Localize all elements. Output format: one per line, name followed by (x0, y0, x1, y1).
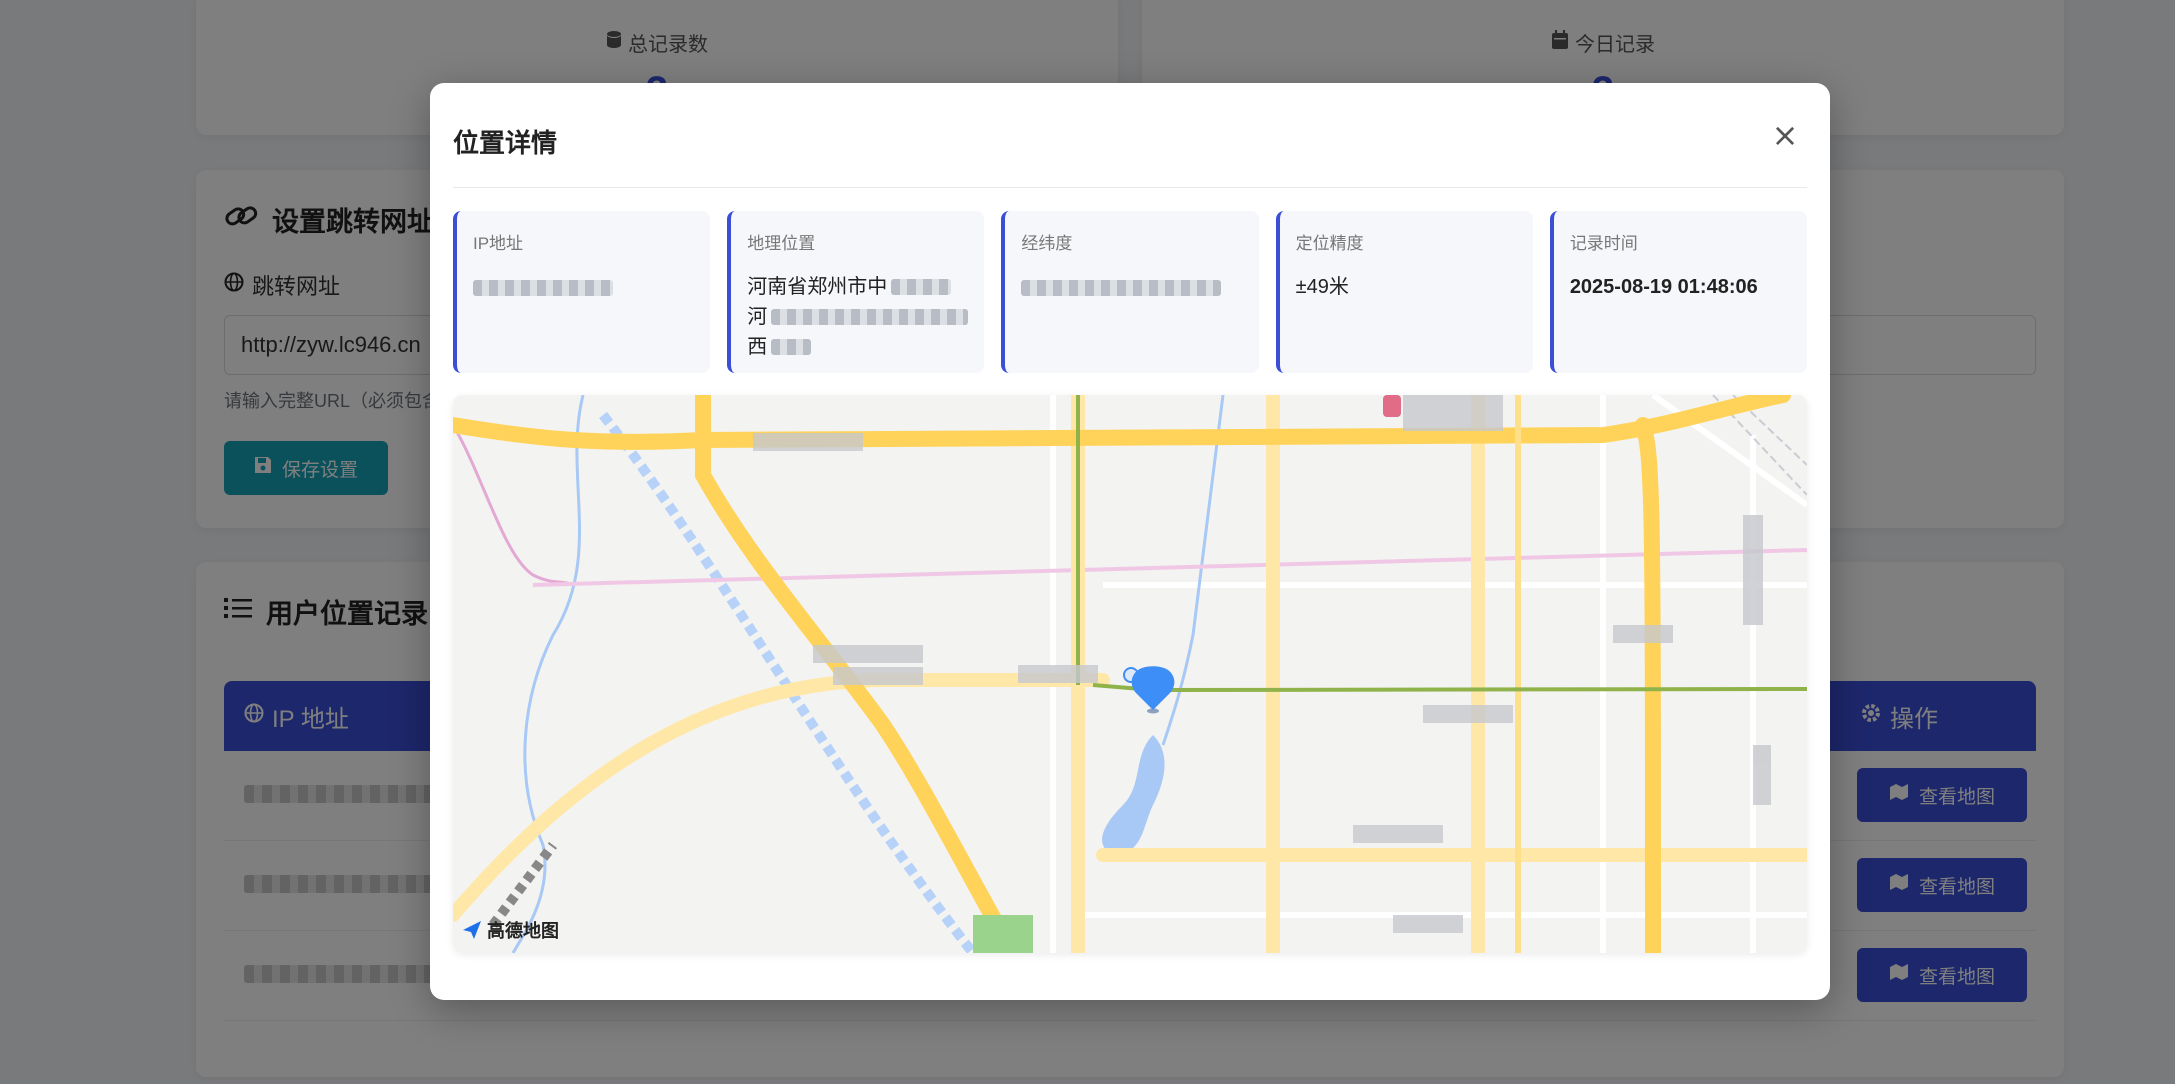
ip-label: IP地址 (473, 234, 524, 253)
accuracy-value: ±49米 (1295, 276, 1349, 298)
modal-header: 位置详情 × (453, 83, 1807, 188)
geo-label: 地理位置 (747, 234, 816, 253)
info-card-accuracy: 定位精度 ±49米 (1275, 211, 1533, 373)
info-card-coords: 经纬度 (1001, 211, 1259, 373)
coords-label: 经纬度 (1021, 234, 1073, 253)
accuracy-label: 定位精度 (1295, 234, 1364, 253)
info-card-geo: 地理位置 河南省郑州市中 河 西 (727, 211, 985, 373)
coords-value-redacted (1021, 272, 1242, 302)
ip-value-redacted (473, 272, 694, 302)
map-view[interactable]: 高德地图 (453, 395, 1807, 953)
close-button[interactable]: × (1763, 113, 1807, 157)
time-value: 2025-08-19 01:48:06 (1569, 276, 1758, 298)
map-canvas[interactable] (453, 395, 1807, 953)
geo-value: 河南省郑州市中 河 西 (747, 272, 969, 362)
info-card-ip: IP地址 (453, 211, 711, 373)
modal-title: 位置详情 (453, 128, 558, 158)
amap-logo: 高德地图 (461, 917, 559, 943)
info-card-time: 记录时间 2025-08-19 01:48:06 (1549, 211, 1808, 373)
info-cards: IP地址 地理位置 河南省郑州市中 河 西 经纬度 定位精度 ±49米 记录时间… (453, 211, 1808, 373)
time-label: 记录时间 (1569, 234, 1638, 253)
amap-arrow-icon (461, 919, 483, 941)
location-detail-modal: 位置详情 × IP地址 地理位置 河南省郑州市中 河 西 经纬度 定位精度 ±4… (430, 83, 1830, 1000)
